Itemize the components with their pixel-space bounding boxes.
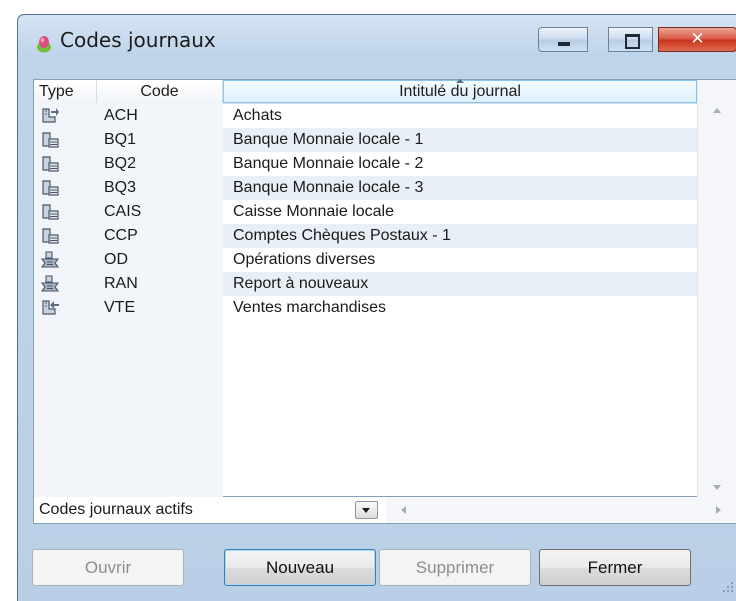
- code-cell: ACH: [104, 107, 138, 124]
- intitule-cell: Caisse Monnaie locale: [233, 203, 394, 220]
- general-journal-icon: [40, 275, 60, 292]
- type-cell: [34, 248, 97, 272]
- maximize-icon: [625, 34, 640, 49]
- resize-grip-icon[interactable]: [722, 581, 734, 593]
- column-header-code[interactable]: Code: [97, 80, 223, 103]
- code-cell: BQ1: [104, 131, 137, 148]
- bank-journal-icon: [42, 228, 59, 244]
- scroll-right-icon[interactable]: [716, 506, 721, 514]
- table-row[interactable]: BQ1 Banque Monnaie locale - 1: [34, 128, 697, 152]
- horizontal-scrollbar[interactable]: [386, 497, 736, 523]
- app-icon: [37, 36, 51, 53]
- code-cell: BQ3: [104, 179, 137, 196]
- sales-journal-icon: [42, 300, 59, 315]
- journal-rows: ACH Achats BQ1 Banque Monnaie locale - 1: [34, 104, 697, 320]
- minimize-button[interactable]: [538, 27, 588, 52]
- bank-journal-icon: [42, 180, 59, 196]
- code-cell: CAIS: [104, 203, 142, 220]
- chevron-down-icon: [362, 508, 370, 513]
- code-cell: BQ2: [104, 155, 137, 172]
- filter-dropdown-button[interactable]: [355, 501, 378, 519]
- type-cell: [34, 224, 97, 248]
- minimize-icon: [558, 42, 570, 46]
- window-title: Codes journaux: [60, 28, 216, 52]
- column-header-intitule-label: Intitulé du journal: [399, 83, 521, 100]
- code-cell: CCP: [104, 227, 138, 244]
- close-button[interactable]: ✕: [658, 27, 736, 52]
- nouveau-button[interactable]: Nouveau: [224, 549, 376, 586]
- close-icon: ✕: [690, 29, 705, 49]
- table-row[interactable]: CAIS Caisse Monnaie locale: [34, 200, 697, 224]
- column-header-intitule[interactable]: Intitulé du journal: [223, 79, 697, 103]
- type-cell: [34, 200, 97, 224]
- table-row[interactable]: CCP Comptes Chèques Postaux - 1: [34, 224, 697, 248]
- intitule-cell: Banque Monnaie locale - 3: [223, 176, 697, 200]
- filter-select-value[interactable]: Codes journaux actifs: [39, 499, 193, 521]
- scroll-left-icon[interactable]: [401, 506, 406, 514]
- title-bar[interactable]: Codes journaux ✕: [18, 15, 736, 61]
- vertical-scrollbar[interactable]: [697, 80, 736, 497]
- journal-list[interactable]: Type Code Intitulé du journal ACH Achats…: [33, 79, 736, 497]
- type-cell: [34, 272, 97, 296]
- maximize-button[interactable]: [608, 27, 653, 52]
- table-row[interactable]: VTE Ventes marchandises: [34, 296, 697, 320]
- fermer-button[interactable]: Fermer: [539, 549, 691, 586]
- code-cell: VTE: [104, 299, 136, 316]
- code-cell: RAN: [104, 275, 138, 292]
- list-footer: Codes journaux actifs: [33, 497, 736, 524]
- codes-journaux-window: Codes journaux ✕ Type Code Intitulé du j…: [17, 14, 736, 601]
- table-row[interactable]: BQ3 Banque Monnaie locale - 3: [34, 176, 697, 200]
- type-cell: [34, 128, 97, 152]
- scroll-up-icon[interactable]: [713, 108, 721, 113]
- type-cell: [34, 176, 97, 200]
- column-header-type[interactable]: Type: [34, 80, 97, 103]
- table-row[interactable]: RAN Report à nouveaux: [34, 272, 697, 296]
- table-row[interactable]: ACH Achats: [34, 104, 697, 128]
- intitule-cell: Banque Monnaie locale - 2: [233, 155, 424, 172]
- intitule-cell: Report à nouveaux: [223, 272, 697, 296]
- scroll-down-icon[interactable]: [713, 485, 721, 490]
- intitule-cell: Ventes marchandises: [233, 299, 386, 316]
- general-journal-icon: [40, 251, 60, 268]
- ouvrir-button[interactable]: Ouvrir: [32, 549, 184, 586]
- bank-journal-icon: [42, 132, 59, 148]
- table-row[interactable]: BQ2 Banque Monnaie locale - 2: [34, 152, 697, 176]
- type-cell: [34, 296, 97, 320]
- intitule-cell: Comptes Chèques Postaux - 1: [223, 224, 697, 248]
- sort-ascending-icon: [456, 79, 464, 83]
- code-cell: OD: [104, 251, 128, 268]
- intitule-cell: Opérations diverses: [233, 251, 376, 268]
- table-row[interactable]: OD Opérations diverses: [34, 248, 697, 272]
- column-headers: Type Code Intitulé du journal: [34, 79, 736, 104]
- type-cell: [34, 104, 97, 128]
- type-cell: [34, 152, 97, 176]
- bank-journal-icon: [42, 156, 59, 172]
- intitule-cell: Banque Monnaie locale - 1: [223, 128, 697, 152]
- bank-journal-icon: [42, 204, 59, 220]
- intitule-cell: Achats: [233, 107, 282, 124]
- purchase-journal-icon: [42, 108, 59, 123]
- supprimer-button[interactable]: Supprimer: [379, 549, 531, 586]
